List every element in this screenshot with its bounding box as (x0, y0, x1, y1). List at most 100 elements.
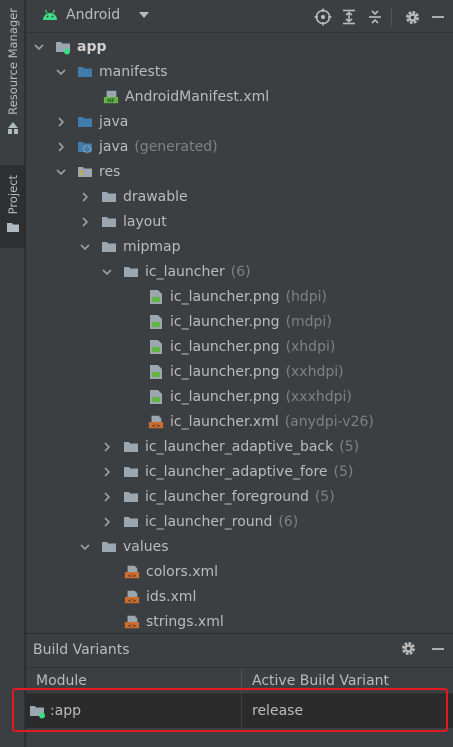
tree-item-adaptive-fore[interactable]: ic_launcher_adaptive_fore (5) (101, 459, 353, 484)
folder-icon (101, 189, 117, 205)
tree-item-xml-file[interactable]: <> colors.xml (124, 559, 218, 584)
tree-item-png-file[interactable]: ic_launcher.png (mdpi) (148, 309, 332, 334)
tree-label-java-generated: java (99, 138, 129, 155)
folder-icon (101, 214, 117, 230)
xml-file-icon: <> (124, 589, 140, 605)
build-variants-hide-button[interactable] (431, 640, 445, 661)
tree-item-drawable[interactable]: drawable (79, 184, 188, 209)
project-panel: Android app manifests MF AndroidManifest… (26, 0, 453, 633)
svg-text:<>: <> (128, 573, 137, 579)
tree-item-png-file[interactable]: ic_launcher.png (xxxhdpi) (148, 384, 352, 409)
module-name: :app (50, 703, 82, 719)
table-row[interactable]: :app release (26, 694, 453, 728)
build-variants-panel: Build Variants Module Active Build Varia… (26, 633, 453, 747)
tree-item-xml-file[interactable]: <> ic_launcher.xml (anydpi-v26) (148, 409, 374, 434)
chevron-right-icon (58, 116, 65, 127)
svg-text:<>: <> (128, 623, 137, 629)
tree-count-foreground: (5) (314, 488, 335, 505)
tree-item-manifests[interactable]: manifests (55, 59, 168, 84)
tree-label-res: res (99, 163, 121, 180)
folder-icon (123, 264, 139, 280)
tree-item-png-file[interactable]: ic_launcher.png (xxhdpi) (148, 359, 344, 384)
image-file-icon (148, 364, 164, 380)
tree-item-xml-file[interactable]: <> strings.xml (124, 609, 224, 634)
build-variants-title: Build Variants (33, 642, 130, 658)
folder-icon (123, 464, 139, 480)
tree-count-adaptive-back: (5) (339, 438, 360, 455)
collapse-all-button[interactable] (364, 6, 386, 28)
gear-icon (405, 10, 419, 24)
tree-item-java[interactable]: java (55, 109, 128, 134)
image-file-icon (148, 314, 164, 330)
tree-item-round[interactable]: ic_launcher_round (6) (101, 509, 298, 534)
xml-file-icon: <> (124, 564, 140, 580)
column-header-module[interactable]: Module (26, 668, 242, 693)
tree-label-layout: layout (123, 213, 167, 230)
tree-label-app: app (77, 38, 107, 55)
tree-item-java-generated[interactable]: java (generated) (55, 134, 218, 159)
tree-count-round: (6) (278, 513, 299, 530)
image-file-icon (148, 339, 164, 355)
chevron-right-icon (104, 491, 111, 502)
project-tab[interactable]: Project (0, 165, 25, 248)
gear-icon (402, 642, 415, 655)
tree-item-android-manifest[interactable]: MF AndroidManifest.xml (103, 84, 269, 109)
tree-label-adaptive-back: ic_launcher_adaptive_back (145, 438, 334, 455)
resource-manager-tab[interactable]: Resource Manager (0, 8, 25, 150)
crosshair-icon (314, 8, 332, 26)
view-mode-label: Android (66, 7, 121, 23)
tree-label-file: ic_launcher.png (170, 288, 280, 305)
image-file-icon (148, 289, 164, 305)
tree-item-mipmap[interactable]: mipmap (79, 234, 181, 259)
tree-label-file: ic_launcher.png (170, 338, 280, 355)
module-folder-icon (30, 706, 45, 719)
tree-item-res[interactable]: res (55, 159, 120, 184)
tree-item-adaptive-back[interactable]: ic_launcher_adaptive_back (5) (101, 434, 359, 459)
tree-item-values[interactable]: values (79, 534, 169, 559)
column-header-active-variant[interactable]: Active Build Variant (242, 668, 453, 693)
view-mode-dropdown[interactable]: Android (42, 7, 150, 23)
tree-item-layout[interactable]: layout (79, 209, 167, 234)
variant-cell[interactable]: release (242, 694, 453, 728)
tree-item-png-file[interactable]: ic_launcher.png (xhdpi) (148, 334, 335, 359)
tree-label-values: values (123, 538, 169, 555)
tree-item-ic-launcher[interactable]: ic_launcher (6) (101, 259, 251, 284)
tree-qualifier: (xxhdpi) (285, 363, 344, 380)
chevron-down-icon (34, 43, 44, 50)
tree-suffix-generated: (generated) (134, 138, 218, 155)
tree-count-ic-launcher: (6) (230, 263, 251, 280)
chevron-right-icon (104, 466, 111, 477)
chevron-right-icon (82, 216, 89, 227)
xml-file-icon: <> (124, 614, 140, 630)
folder-icon (101, 539, 117, 555)
folder-icon (123, 514, 139, 530)
generated-folder-icon (77, 139, 93, 155)
chevron-down-icon (80, 243, 90, 250)
resource-manager-icon (7, 121, 18, 134)
project-folder-icon (6, 223, 19, 233)
tree-item-png-file[interactable]: ic_launcher.png (hdpi) (148, 284, 327, 309)
chevron-right-icon (104, 441, 111, 452)
svg-text:MF: MF (107, 98, 115, 104)
locate-file-button[interactable] (312, 6, 334, 28)
tree-label-file: ic_launcher.png (170, 388, 280, 405)
tree-label-android-manifest: AndroidManifest.xml (125, 88, 270, 105)
settings-button[interactable] (401, 6, 423, 28)
tree-label-file: strings.xml (146, 613, 224, 630)
minimize-icon (432, 16, 444, 18)
chevron-right-icon (104, 516, 111, 527)
tree-label-ic-launcher: ic_launcher (145, 263, 225, 280)
tree-item-xml-file[interactable]: <> ids.xml (124, 584, 196, 609)
tree-count-adaptive-fore: (5) (333, 463, 354, 480)
expand-all-button[interactable] (338, 6, 360, 28)
build-variants-settings-button[interactable] (400, 640, 417, 661)
expand-all-icon (343, 9, 355, 25)
chevron-down-icon (56, 68, 66, 75)
tree-item-foreground[interactable]: ic_launcher_foreground (5) (101, 484, 335, 509)
tree-label-mipmap: mipmap (123, 238, 181, 255)
chevron-down-icon (56, 168, 66, 175)
hide-panel-button[interactable] (427, 6, 449, 28)
collapse-all-icon (369, 10, 381, 24)
tool-window-strip: Resource Manager Project (0, 0, 25, 747)
tree-item-app[interactable]: app (33, 34, 107, 59)
